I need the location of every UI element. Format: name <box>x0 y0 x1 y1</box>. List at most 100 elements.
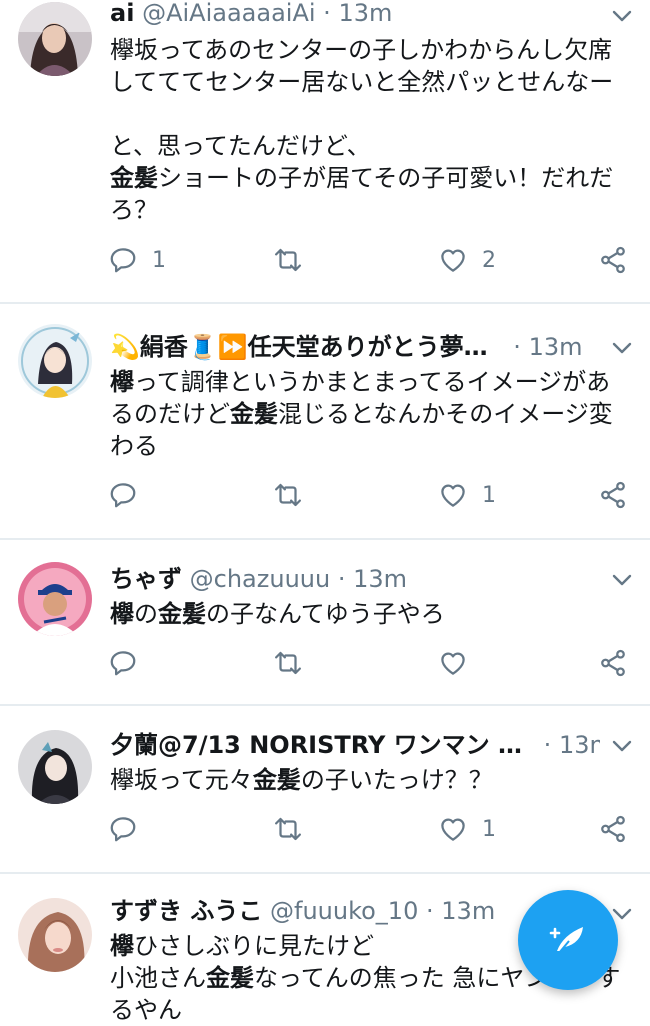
reply-icon <box>110 817 136 842</box>
highlight-term: 金髪 <box>230 400 278 428</box>
tweet[interactable]: ai @AiAiaaaaaiAi · 13m 欅坂ってあのセンターの子しかわから… <box>0 0 650 304</box>
separator-dot: · <box>426 897 434 925</box>
avatar-photo-woman-icon <box>18 2 92 76</box>
user-handle[interactable]: @chazuuuu <box>190 565 331 593</box>
tweet-header: ai @AiAiaaaaaiAi · 13m <box>110 0 600 30</box>
retweet-icon <box>275 248 301 272</box>
retweet-button[interactable] <box>273 812 317 846</box>
separator-dot: · <box>337 565 346 593</box>
reply-count: 1 <box>152 247 166 273</box>
separator-dot: · <box>513 333 521 361</box>
share-icon <box>601 246 625 274</box>
like-count: 1 <box>482 482 496 508</box>
avatar[interactable] <box>18 898 92 972</box>
heart-icon <box>441 249 465 272</box>
heart-icon <box>441 818 465 841</box>
user-handle[interactable]: @fuuuko_10 <box>270 897 418 925</box>
avatar-anime-dark-hair-icon <box>18 730 92 804</box>
tweet-actions <box>108 646 638 680</box>
highlight-term: 金髪 <box>158 600 206 628</box>
avatar[interactable] <box>18 324 92 398</box>
user-handle[interactable]: @AiAiaaaaaiAi <box>142 0 315 27</box>
like-button[interactable]: 2 <box>438 243 496 277</box>
tweet-text: 欅坂って元々金髪の子いたっけ？？ <box>110 764 628 796</box>
like-count: 1 <box>482 816 496 842</box>
reply-icon <box>110 248 136 273</box>
timestamp[interactable]: 13m <box>559 731 600 759</box>
tweet-header: ちゃず @chazuuuu · 13m <box>110 562 600 596</box>
text-segment: 欅坂ってあのセンターの子しかわからんし欠席してててセンター居ないと全然パッとせん… <box>110 36 614 160</box>
display-name[interactable]: 💫絹香🧵⏩任天堂ありがとう夢… <box>110 333 488 361</box>
retweet-button[interactable] <box>273 478 317 512</box>
chevron-down-icon[interactable] <box>610 734 634 758</box>
tweet[interactable]: ちゃず @chazuuuu · 13m 欅の金髪の子なんてゆう子やろ <box>0 540 650 706</box>
retweet-button[interactable] <box>273 243 317 277</box>
timestamp[interactable]: 13m <box>529 333 583 361</box>
highlight-term: 金髪 <box>206 964 254 992</box>
share-icon <box>601 815 625 843</box>
tweet-actions: 1 <box>108 812 638 846</box>
reply-icon <box>110 483 136 508</box>
text-segment: の子なんてゆう子やろ <box>206 600 445 628</box>
chevron-down-icon[interactable] <box>610 336 634 360</box>
text-segment: の <box>134 600 158 628</box>
separator-dot: · <box>543 731 552 759</box>
tweet-header: 💫絹香🧵⏩任天堂ありがとう夢… · 13m <box>110 330 600 364</box>
highlight-term: 欅 <box>110 932 134 960</box>
reply-icon <box>110 651 136 676</box>
share-icon <box>601 481 625 509</box>
chevron-down-icon[interactable] <box>610 4 634 28</box>
heart-icon <box>441 484 465 507</box>
tweet[interactable]: 夕蘭@7/13 NORISTRY ワンマン … · 13m 欅坂って元々金髪の子… <box>0 706 650 874</box>
reply-button[interactable] <box>108 646 152 680</box>
share-button[interactable] <box>598 646 628 680</box>
compose-feather-icon <box>549 927 583 954</box>
avatar[interactable] <box>18 730 92 804</box>
like-button[interactable]: 1 <box>438 812 496 846</box>
separator-dot: · <box>323 0 331 27</box>
retweet-icon <box>275 817 301 841</box>
share-button[interactable] <box>598 478 628 512</box>
text-segment: ショートの子が居てその子可愛い！だれだろ？ <box>110 164 614 224</box>
avatar-anime-girl-icon <box>18 324 92 398</box>
reply-button[interactable] <box>108 812 152 846</box>
timestamp[interactable]: 13m <box>338 0 392 27</box>
compose-tweet-button[interactable] <box>518 890 618 990</box>
avatar-baseball-player-icon <box>18 562 92 636</box>
highlight-term: 欅 <box>110 368 134 396</box>
display-name[interactable]: ちゃず <box>110 565 182 593</box>
avatar[interactable] <box>18 562 92 636</box>
display-name[interactable]: 夕蘭@7/13 NORISTRY ワンマン … <box>110 731 522 759</box>
tweet[interactable]: 💫絹香🧵⏩任天堂ありがとう夢… · 13m 欅って調律というかまとまってるイメー… <box>0 304 650 540</box>
highlight-term: 金髪 <box>110 164 158 192</box>
like-button[interactable]: 1 <box>438 478 496 512</box>
heart-icon <box>441 652 465 675</box>
like-count: 2 <box>482 247 496 273</box>
tweet-actions: 1 2 <box>108 243 638 277</box>
tweet-text: 欅って調律というかまとまってるイメージがあるのだけど金髪混じるとなんかそのイメー… <box>110 366 628 462</box>
like-button[interactable] <box>438 646 482 680</box>
share-button[interactable] <box>598 243 628 277</box>
display-name[interactable]: ai <box>110 0 134 27</box>
avatar[interactable] <box>18 2 92 76</box>
reply-button[interactable] <box>108 478 152 512</box>
tweet-actions: 1 <box>108 478 638 512</box>
share-icon <box>601 649 625 677</box>
avatar-photo-blurred-icon <box>18 898 92 972</box>
retweet-button[interactable] <box>273 646 317 680</box>
retweet-icon <box>275 651 301 675</box>
retweet-icon <box>275 483 301 507</box>
reply-button[interactable]: 1 <box>108 243 166 277</box>
text-segment: 欅坂って元々 <box>110 766 253 794</box>
display-name[interactable]: すずき ふうこ <box>110 897 262 925</box>
highlight-term: 欅 <box>110 600 134 628</box>
tweet-text: 欅坂ってあのセンターの子しかわからんし欠席してててセンター居ないと全然パッとせん… <box>110 34 628 226</box>
chevron-down-icon[interactable] <box>610 568 634 592</box>
highlight-term: 金髪 <box>252 766 301 794</box>
tweet-text: 欅の金髪の子なんてゆう子やろ <box>110 598 628 630</box>
text-segment: の子いたっけ？？ <box>300 766 493 794</box>
tweet-header: 夕蘭@7/13 NORISTRY ワンマン … · 13m <box>110 728 600 762</box>
share-button[interactable] <box>598 812 628 846</box>
timestamp[interactable]: 13m <box>353 565 407 593</box>
timestamp[interactable]: 13m <box>441 897 495 925</box>
